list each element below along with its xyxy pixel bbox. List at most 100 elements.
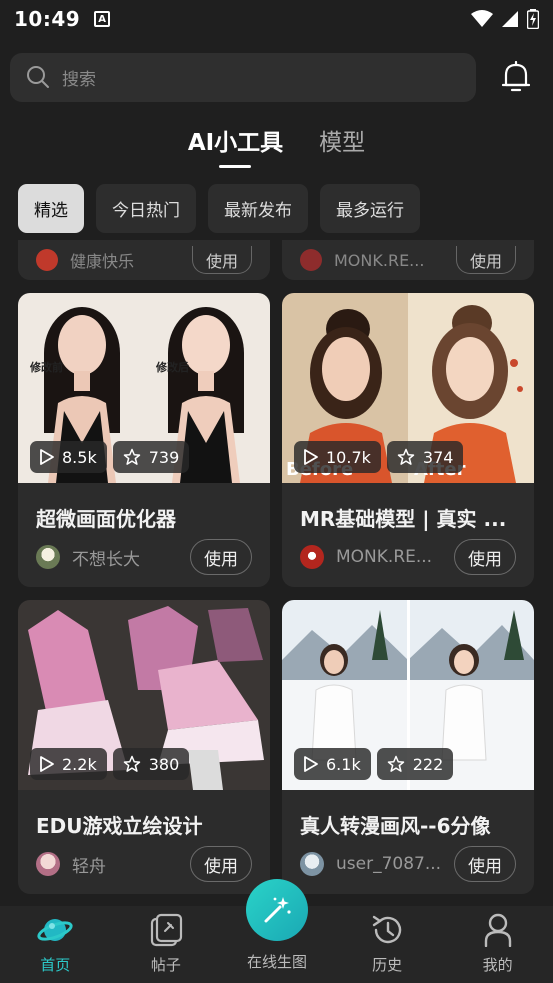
generate-image-button[interactable] xyxy=(246,879,308,941)
top-tabs: AI小工具 模型 xyxy=(0,125,553,169)
search-placeholder: 搜索 xyxy=(62,69,96,90)
nav-home[interactable]: 首页 xyxy=(10,912,100,983)
wifi-icon xyxy=(471,10,493,27)
posts-icon xyxy=(148,912,184,948)
signal-icon xyxy=(502,11,518,27)
filter-newest[interactable]: 最新发布 xyxy=(208,184,308,233)
card-stats: 6.1k 222 xyxy=(294,748,454,780)
tool-card[interactable]: Before After 10.7k 374 MR基础模型 | 真实 ... M… xyxy=(282,293,534,587)
nav-profile[interactable]: 我的 xyxy=(453,912,543,983)
star-icon xyxy=(123,448,140,465)
stars-count: 739 xyxy=(148,447,180,467)
card-title: EDU游戏立绘设计 xyxy=(36,814,203,838)
avatar xyxy=(36,852,60,876)
card-footer: 轻舟 使用 xyxy=(36,846,252,882)
card-author: 健康快乐 xyxy=(70,252,135,271)
home-planet-icon xyxy=(37,912,73,948)
card-author: 不想长大 xyxy=(72,549,140,570)
tab-models[interactable]: 模型 xyxy=(319,125,365,165)
runs-count: 8.5k xyxy=(62,447,97,467)
card-footer: 不想长大 使用 xyxy=(36,539,252,575)
card-footer: MONK.RE... 使用 xyxy=(300,539,516,575)
filter-hot-today[interactable]: 今日热门 xyxy=(96,184,196,233)
nav-generate-label[interactable]: 在线生图 xyxy=(226,951,328,972)
card-stats: 8.5k 739 xyxy=(30,441,190,473)
card-stats: 10.7k 374 xyxy=(294,441,464,473)
runs-count: 10.7k xyxy=(326,447,371,467)
bell-icon xyxy=(502,61,530,92)
profile-icon xyxy=(480,912,516,948)
use-button[interactable]: 使用 xyxy=(454,539,516,575)
nav-label: 帖子 xyxy=(150,956,181,974)
partial-card[interactable]: MONK.RE... 使用 xyxy=(282,240,534,280)
nav-label: 首页 xyxy=(40,956,71,974)
filter-most-run[interactable]: 最多运行 xyxy=(320,184,420,233)
notification-a-icon: A xyxy=(94,11,111,27)
card-image: 修改前 修改后 8.5k 739 xyxy=(18,293,270,483)
stars-count: 380 xyxy=(148,754,180,774)
runs-badge: 8.5k xyxy=(30,441,107,473)
runs-badge: 2.2k xyxy=(30,748,107,780)
image-label-before: 修改前 xyxy=(29,360,63,374)
avatar xyxy=(300,249,322,271)
card-author: MONK.RE... xyxy=(334,250,425,270)
card-stats: 2.2k 380 xyxy=(30,748,190,780)
tab-ai-tools[interactable]: AI小工具 xyxy=(188,125,283,165)
history-icon xyxy=(369,912,405,948)
search-icon xyxy=(27,66,49,88)
card-title: 超微画面优化器 xyxy=(36,507,176,531)
runs-count: 2.2k xyxy=(62,754,97,774)
status-icons xyxy=(471,9,539,29)
star-icon xyxy=(387,755,404,772)
nav-label: 我的 xyxy=(482,956,513,974)
avatar xyxy=(36,249,58,271)
notification-bell-button[interactable] xyxy=(501,60,531,94)
use-button[interactable]: 使用 xyxy=(190,846,252,882)
play-icon xyxy=(304,756,318,772)
partial-card[interactable]: 健康快乐 使用 xyxy=(18,240,270,280)
stars-badge: 374 xyxy=(386,441,464,473)
filter-chips: 精选 今日热门 最新发布 最多运行 xyxy=(18,184,420,233)
card-title: MR基础模型 | 真实 ... xyxy=(300,507,507,531)
play-icon xyxy=(304,449,318,465)
play-icon xyxy=(40,756,54,772)
card-image: 2.2k 380 xyxy=(18,600,270,790)
card-image: Before After 10.7k 374 xyxy=(282,293,534,483)
runs-badge: 10.7k xyxy=(294,441,381,473)
runs-count: 6.1k xyxy=(326,754,361,774)
card-author: user_7087... xyxy=(336,854,442,874)
card-image: 6.1k 222 xyxy=(282,600,534,790)
star-icon xyxy=(397,448,415,465)
battery-icon xyxy=(527,9,539,29)
use-button[interactable]: 使用 xyxy=(454,846,516,882)
image-label-after: 修改后 xyxy=(155,360,189,374)
tool-card[interactable]: 修改前 修改后 8.5k 739 超微画面优化器 不想长大 使用 xyxy=(18,293,270,587)
play-icon xyxy=(40,449,54,465)
star-icon xyxy=(123,755,140,772)
status-time: 10:49 xyxy=(14,7,81,31)
nav-history[interactable]: 历史 xyxy=(342,912,432,983)
avatar xyxy=(36,545,60,569)
card-author: MONK.RE... xyxy=(336,547,433,567)
nav-posts[interactable]: 帖子 xyxy=(121,912,211,983)
use-button[interactable]: 使用 xyxy=(190,539,252,575)
nav-label: 历史 xyxy=(372,956,403,974)
search-row: 搜索 xyxy=(10,52,543,102)
stars-count: 374 xyxy=(422,447,454,467)
tool-card[interactable]: 2.2k 380 EDU游戏立绘设计 轻舟 使用 xyxy=(18,600,270,894)
tool-card[interactable]: 6.1k 222 真人转漫画风--6分像 user_7087... 使用 xyxy=(282,600,534,894)
avatar xyxy=(300,545,324,569)
card-title: 真人转漫画风--6分像 xyxy=(300,814,491,838)
magic-wand-icon xyxy=(264,897,291,923)
stars-badge: 222 xyxy=(376,748,454,780)
stars-badge: 380 xyxy=(112,748,190,780)
status-bar: 10:49 A xyxy=(0,0,553,38)
use-button[interactable]: 使用 xyxy=(456,246,516,274)
feed[interactable]: 健康快乐 使用 MONK.RE... 使用 修改前 修改后 8.5k 739 超… xyxy=(0,240,553,906)
card-author: 轻舟 xyxy=(72,856,106,877)
stars-count: 222 xyxy=(412,754,444,774)
filter-featured[interactable]: 精选 xyxy=(18,184,84,233)
search-input[interactable]: 搜索 xyxy=(10,52,476,102)
use-button[interactable]: 使用 xyxy=(192,246,252,274)
stars-badge: 739 xyxy=(112,441,190,473)
